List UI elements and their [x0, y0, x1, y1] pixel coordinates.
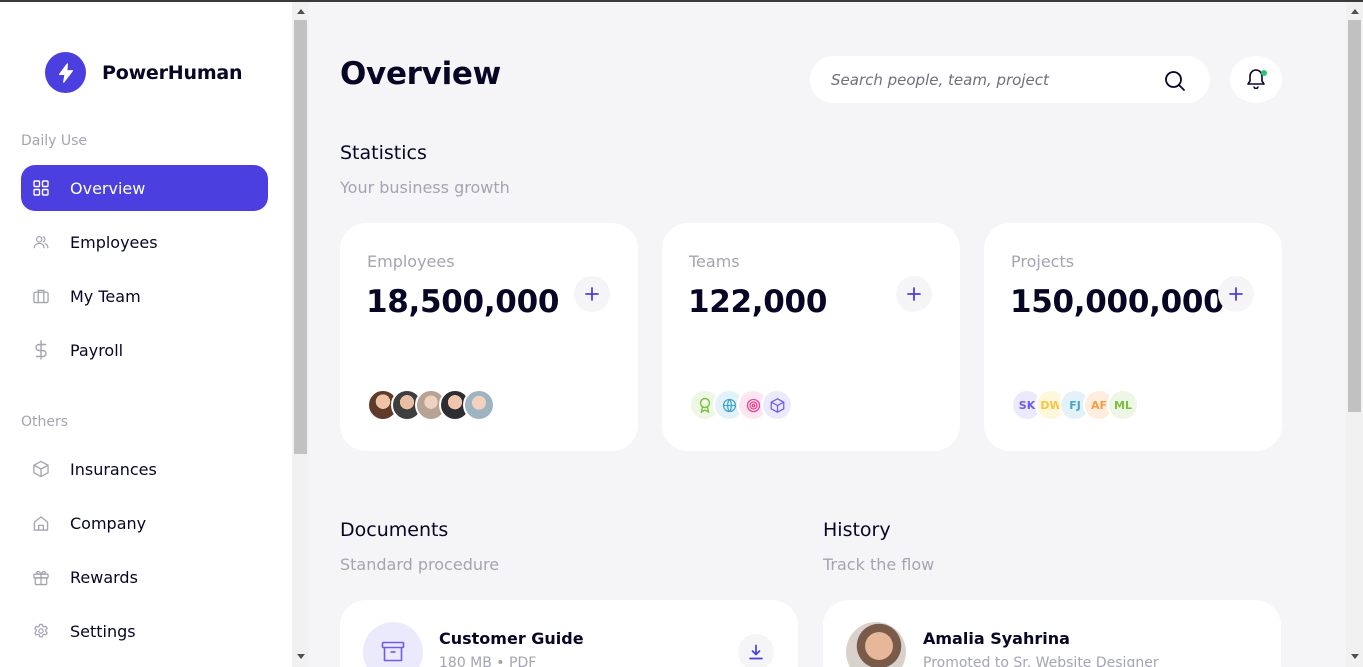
statistics-title: Statistics [340, 142, 427, 164]
documents-title: Documents [340, 519, 449, 541]
lightning-icon [45, 52, 86, 93]
download-button[interactable] [738, 634, 774, 667]
document-item[interactable]: Customer Guide 180 MB • PDF [340, 600, 798, 667]
sidebar-item-label: Company [70, 513, 147, 533]
sidebar-item-insurances[interactable]: Insurances [21, 446, 268, 492]
scroll-down-arrow-icon[interactable] [292, 649, 309, 663]
scroll-up-arrow-icon[interactable] [292, 4, 309, 18]
stat-card-value: 18,500,000 [366, 284, 560, 320]
sidebar-item-payroll[interactable]: Payroll [21, 327, 268, 373]
sidebar-item-label: Employees [70, 232, 158, 252]
add-employee-button[interactable] [574, 276, 610, 312]
scroll-up-arrow-icon[interactable] [1346, 4, 1363, 18]
sidebar-scrollbar-thumb[interactable] [294, 20, 307, 454]
document-meta: 180 MB • PDF [439, 655, 537, 667]
scroll-down-arrow-icon[interactable] [1346, 649, 1363, 663]
gift-icon [33, 569, 49, 585]
sidebar-item-rewards[interactable]: Rewards [21, 554, 268, 600]
project-initials: SK DW FJ AF ML [1011, 389, 1139, 421]
history-subtitle: Track the flow [823, 555, 935, 574]
gear-icon [33, 623, 49, 639]
notification-dot [1261, 70, 1267, 76]
sidebar-item-company[interactable]: Company [21, 500, 268, 546]
history-person-name: Amalia Syahrina [923, 629, 1070, 648]
search-icon[interactable] [1164, 70, 1186, 96]
stat-card-projects: Projects 150,000,000 SK DW FJ AF ML [984, 223, 1282, 451]
history-item[interactable]: Amalia Syahrina Promoted to Sr. Website … [823, 600, 1281, 667]
box-icon [33, 460, 49, 478]
sidebar-item-my-team[interactable]: My Team [21, 273, 268, 319]
sidebar-item-label: Insurances [70, 459, 157, 479]
stat-card-value: 122,000 [688, 284, 828, 320]
archive-icon [363, 622, 423, 667]
plus-icon [907, 287, 921, 301]
search-bar[interactable] [810, 56, 1210, 103]
sidebar-item-settings[interactable]: Settings [21, 608, 268, 654]
main-content: Overview Statistics Your business growth… [309, 2, 1346, 667]
box-icon[interactable] [761, 389, 793, 421]
sidebar-item-label: Payroll [70, 340, 124, 360]
sidebar-item-label: Overview [70, 178, 146, 198]
page-scrollbar-thumb[interactable] [1348, 20, 1361, 412]
statistics-subtitle: Your business growth [340, 178, 510, 197]
stat-card-label: Teams [689, 252, 740, 271]
history-detail: Promoted to Sr. Website Designer [923, 655, 1159, 667]
stat-card-employees: Employees 18,500,000 [340, 223, 638, 451]
documents-subtitle: Standard procedure [340, 555, 500, 574]
initials-avatar[interactable]: ML [1107, 389, 1139, 421]
stat-card-label: Employees [367, 252, 455, 271]
sidebar-item-employees[interactable]: Employees [21, 219, 268, 265]
stat-card-value: 150,000,000 [1010, 284, 1225, 320]
avatar[interactable] [463, 389, 495, 421]
dollar-icon [33, 340, 49, 360]
notifications-button[interactable] [1230, 56, 1282, 103]
stat-card-teams: Teams 122,000 [662, 223, 960, 451]
brand-name: PowerHuman [102, 61, 243, 84]
search-input[interactable] [831, 70, 1151, 89]
history-title: History [823, 519, 891, 541]
users-icon [33, 234, 49, 250]
plus-icon [1229, 287, 1243, 301]
page-scrollbar[interactable] [1346, 2, 1363, 667]
sidebar-item-label: Rewards [70, 567, 138, 587]
avatar [846, 622, 906, 667]
team-icons [689, 389, 793, 421]
employee-avatars [367, 389, 495, 421]
plus-icon [585, 287, 599, 301]
nav-section-daily-use: Daily Use [21, 133, 88, 149]
page-title: Overview [340, 56, 501, 92]
home-icon [33, 515, 49, 531]
sidebar-item-overview[interactable]: Overview [21, 165, 268, 211]
sidebar-item-label: My Team [70, 286, 141, 306]
download-icon [749, 644, 763, 660]
nav-section-others: Others [21, 414, 69, 430]
document-name: Customer Guide [439, 629, 584, 648]
stat-card-label: Projects [1011, 252, 1075, 271]
sidebar-item-label: Settings [70, 621, 136, 641]
brand-logo[interactable]: PowerHuman [45, 52, 243, 93]
add-project-button[interactable] [1218, 276, 1254, 312]
briefcase-icon [33, 288, 49, 304]
add-team-button[interactable] [896, 276, 932, 312]
sidebar-scrollbar[interactable] [292, 2, 309, 667]
grid-icon [33, 180, 49, 196]
sidebar: PowerHuman Daily Use Overview Employees … [0, 2, 292, 667]
